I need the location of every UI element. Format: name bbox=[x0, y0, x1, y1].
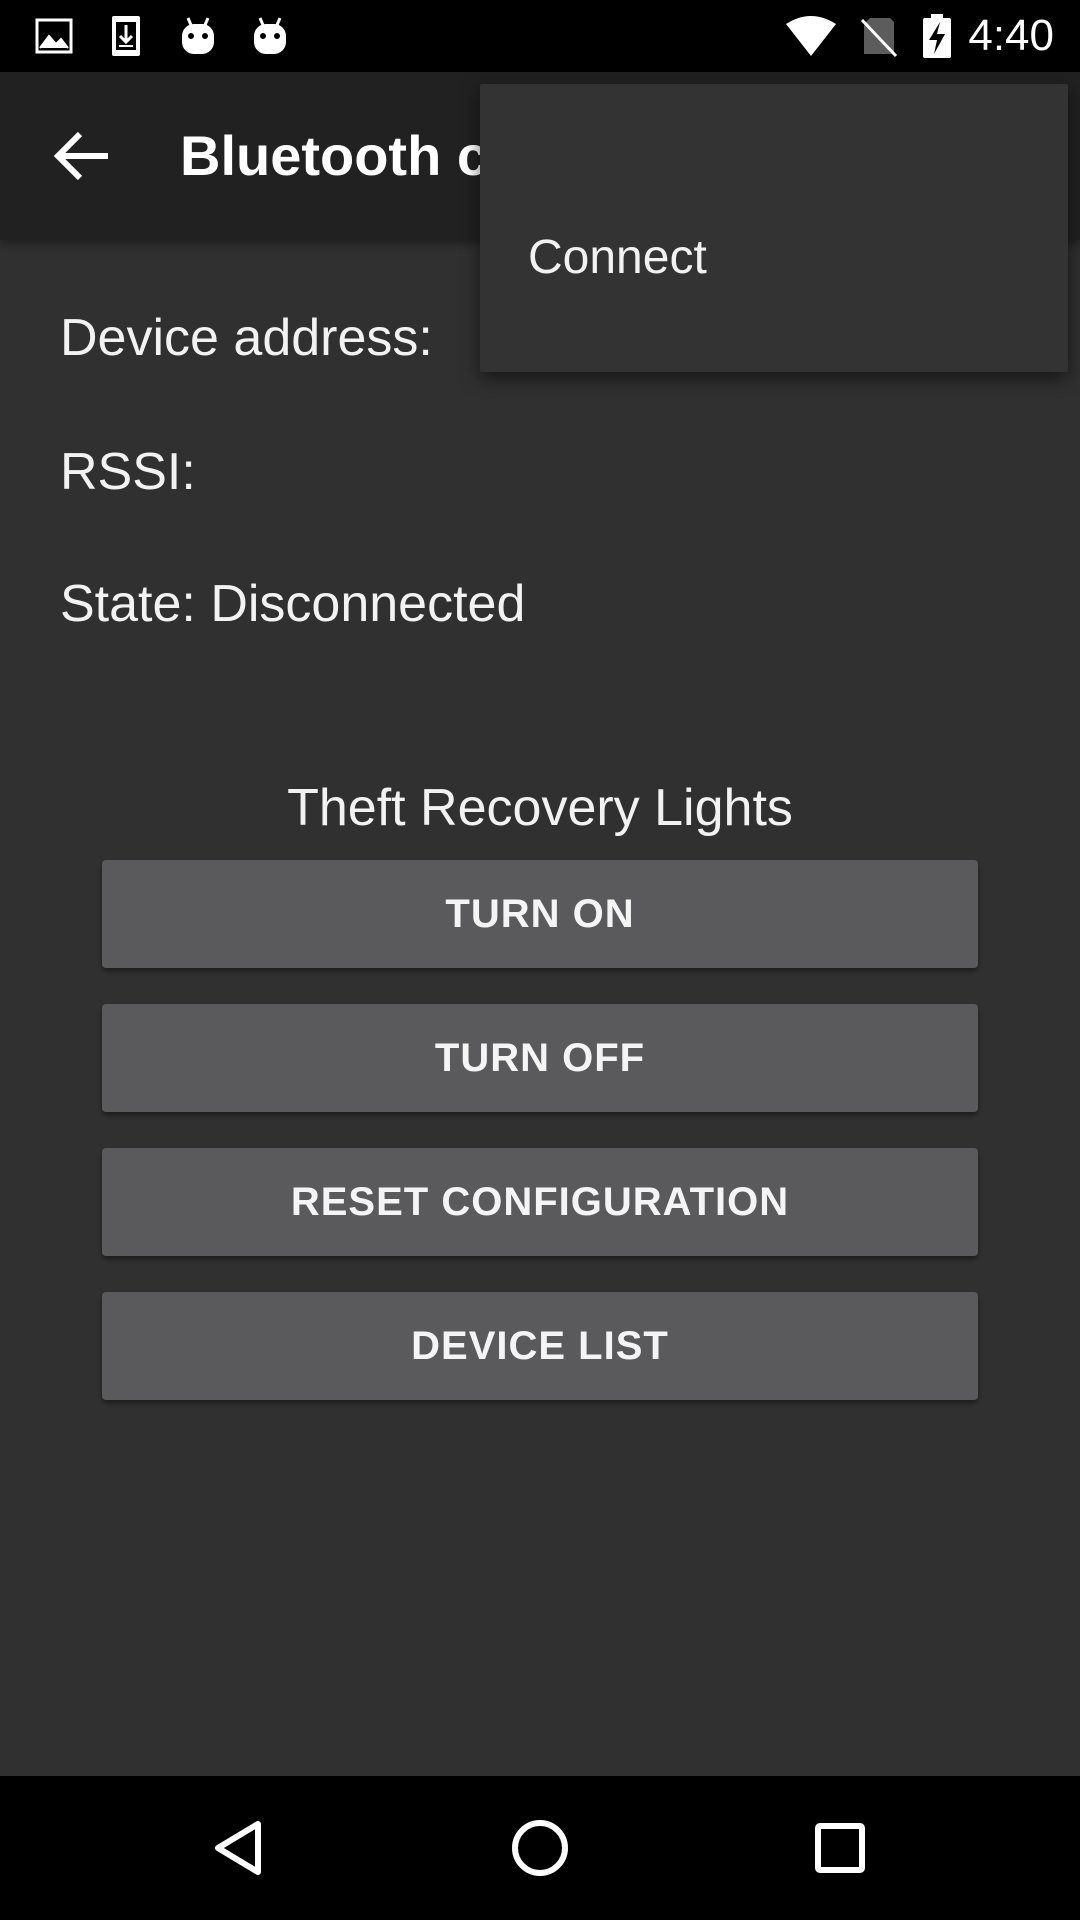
menu-item-label: Connect bbox=[528, 231, 707, 284]
screen: 4:40 Bluetooth c Device address: RSSI: S… bbox=[0, 0, 1080, 1920]
download-icon bbox=[112, 16, 140, 56]
arrow-back-icon[interactable] bbox=[40, 112, 128, 200]
device-address-label: Device address: bbox=[60, 309, 433, 367]
status-bar: 4:40 bbox=[0, 0, 1080, 72]
wifi-icon bbox=[786, 16, 836, 56]
turn-on-button[interactable]: TURN ON bbox=[102, 860, 978, 968]
menu-item-connect[interactable]: Connect bbox=[480, 228, 1068, 372]
battery-charging-icon bbox=[923, 14, 951, 58]
home-circle-icon[interactable] bbox=[488, 1796, 592, 1900]
section-title: Theft Recovery Lights bbox=[287, 779, 793, 837]
page-title: Bluetooth c bbox=[180, 124, 488, 187]
state-label: State: Disconnected bbox=[60, 575, 526, 633]
device-list-button[interactable]: DEVICE LIST bbox=[102, 1292, 978, 1400]
reset-configuration-button[interactable]: RESET CONFIGURATION bbox=[102, 1148, 978, 1256]
android-icon bbox=[182, 17, 214, 54]
rssi-label: RSSI: bbox=[60, 443, 196, 501]
image-icon bbox=[35, 18, 73, 54]
overflow-menu: Connect bbox=[480, 84, 1068, 372]
no-sim-icon bbox=[860, 18, 898, 58]
status-time: 4:40 bbox=[968, 11, 1054, 60]
back-triangle-icon[interactable] bbox=[188, 1796, 292, 1900]
android-icon bbox=[254, 17, 286, 54]
recents-square-icon[interactable] bbox=[788, 1796, 892, 1900]
turn-off-button[interactable]: TURN OFF bbox=[102, 1004, 978, 1112]
navigation-bar bbox=[0, 1776, 1080, 1920]
